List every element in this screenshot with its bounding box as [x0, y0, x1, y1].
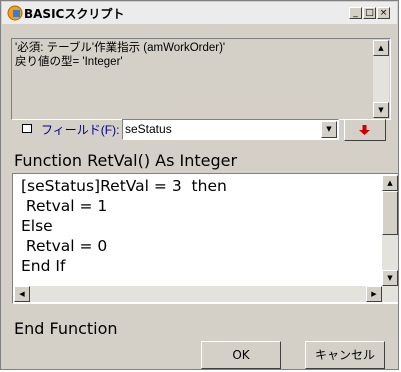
scroll-up-button[interactable]: ▲ — [373, 40, 389, 56]
ok-button[interactable]: OK — [201, 341, 281, 369]
editor-horizontal-scrollbar[interactable]: ◀ ▶ — [14, 286, 382, 302]
insert-arrow-icon — [359, 125, 370, 135]
description-vertical-scrollbar[interactable]: ▲ ▼ — [373, 40, 389, 118]
description-text: '必須: テーブル'作業指示 (amWorkOrder)' 戻り値の型= 'In… — [15, 42, 226, 68]
editor-vertical-scrollbar[interactable]: ▲ ▼ — [382, 175, 398, 302]
cancel-button[interactable]: キャンセル — [305, 341, 385, 369]
chevron-down-icon[interactable]: ▼ — [321, 121, 337, 138]
basic-script-dialog: BASICスクリプト _ □ × '必須: テーブル'作業指示 (amWorkO… — [0, 0, 399, 370]
app-icon — [7, 5, 23, 21]
maximize-button[interactable]: □ — [363, 7, 376, 19]
field-select-value: seStatus — [125, 122, 172, 136]
field-icon — [22, 124, 32, 133]
title-bar[interactable]: BASICスクリプト _ □ × — [2, 2, 397, 24]
description-box[interactable]: '必須: テーブル'作業指示 (amWorkOrder)' 戻り値の型= 'In… — [11, 38, 391, 120]
function-footer: End Function — [14, 319, 118, 338]
field-label: フィールド(F): — [41, 123, 120, 137]
scroll-up-button[interactable]: ▲ — [382, 175, 398, 191]
code-text[interactable]: [seStatus]RetVal = 3 then Retval = 1 Els… — [21, 176, 227, 276]
code-editor[interactable]: [seStatus]RetVal = 3 then Retval = 1 Els… — [12, 173, 398, 304]
scroll-left-button[interactable]: ◀ — [14, 286, 30, 302]
scroll-right-button[interactable]: ▶ — [366, 286, 382, 302]
scroll-down-button[interactable]: ▼ — [373, 102, 389, 118]
scroll-down-button[interactable]: ▼ — [382, 270, 398, 286]
close-button[interactable]: × — [377, 7, 390, 19]
window-title: BASICスクリプト — [24, 7, 125, 21]
minimize-button[interactable]: _ — [349, 7, 362, 19]
field-select[interactable]: seStatus ▼ — [122, 119, 339, 140]
scroll-thumb[interactable] — [382, 191, 398, 235]
insert-field-button[interactable] — [344, 119, 386, 141]
function-header: Function RetVal() As Integer — [14, 151, 238, 170]
